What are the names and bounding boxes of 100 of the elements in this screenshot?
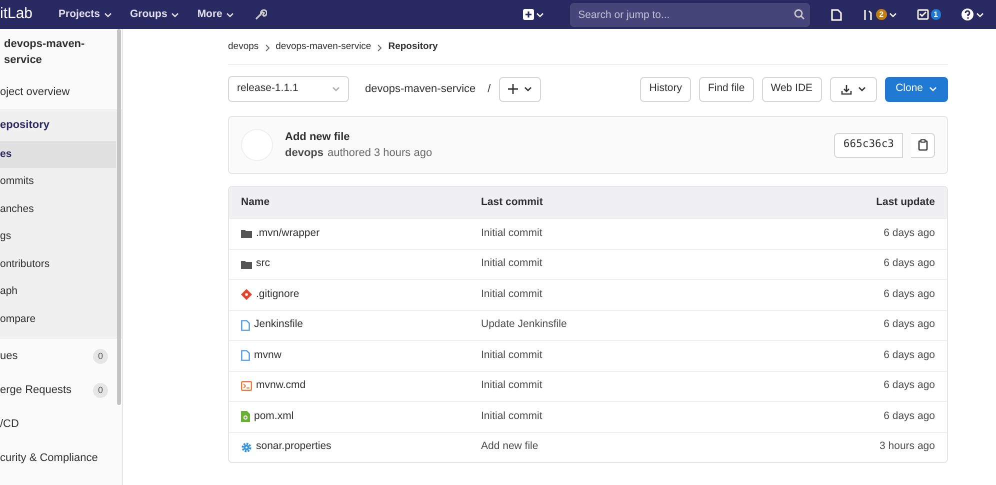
update-time: 6 days ago: [882, 378, 935, 394]
file-icon: [241, 320, 250, 331]
update-time: 6 days ago: [882, 348, 935, 363]
sidebar-subitem[interactable]: anches: [0, 196, 116, 224]
logo[interactable]: itLab: [0, 3, 33, 26]
clipboard-icon: [918, 139, 928, 151]
sidebar-item[interactable]: oject overview: [0, 84, 70, 100]
commit-message: Add new file: [481, 439, 540, 454]
update-time: 3 hours ago: [878, 439, 935, 454]
file-link[interactable]: sonar.properties: [256, 439, 332, 456]
sidebar-item[interactable]: erge Requests: [0, 382, 72, 399]
commit-message: Initial commit: [481, 378, 544, 394]
sidebar-subitem[interactable]: es: [0, 140, 116, 168]
count-badge: 0: [92, 348, 108, 364]
caret-icon: [858, 86, 866, 92]
update-time: 6 days ago: [882, 286, 935, 302]
add-dropdown[interactable]: [498, 76, 541, 102]
caret-icon: [888, 12, 897, 18]
chevron-icon: [377, 44, 382, 52]
sidebar-item[interactable]: curity & Compliance: [0, 450, 98, 467]
commit-message: Update Jenkinsfile: [481, 317, 568, 332]
toolbar-button[interactable]: Web IDE: [762, 76, 822, 102]
column-header: Last update: [875, 194, 935, 210]
author-link[interactable]: devops: [285, 145, 324, 162]
caret-icon: [524, 86, 532, 92]
search-field[interactable]: Search or jump to...: [570, 2, 810, 26]
chevron-icon: [264, 44, 270, 52]
folder-icon: [241, 229, 252, 238]
clone-button[interactable]: Clone: [884, 76, 948, 102]
toolbar-button[interactable]: Find file: [698, 76, 754, 102]
file-link[interactable]: .mvn/wrapper: [256, 226, 320, 242]
plus-square-icon: [523, 9, 534, 20]
commit-sha: 665c36c3: [834, 132, 903, 158]
help-button[interactable]: [959, 8, 986, 21]
sidebar-item[interactable]: /CD: [0, 416, 19, 433]
file-link[interactable]: mvnw.cmd: [256, 378, 306, 394]
nav-menu[interactable]: Projects: [58, 6, 112, 22]
checkbox-icon: [916, 9, 929, 20]
nav-menu[interactable]: More: [197, 6, 234, 22]
sidebar-item[interactable]: epository: [0, 108, 122, 141]
folder-icon: [241, 260, 252, 269]
update-time: 6 days ago: [882, 256, 935, 272]
column-header: Last commit: [481, 194, 544, 210]
code-file-icon: [241, 411, 250, 422]
file-icon: [241, 350, 250, 362]
update-time: 6 days ago: [882, 408, 935, 424]
branch-dropdown[interactable]: release-1.1.1: [228, 76, 349, 102]
count-badge: 2: [876, 9, 887, 20]
commit-meta: authored 3 hours ago: [328, 146, 432, 161]
caret-icon: [929, 86, 937, 92]
sidebar-item[interactable]: ues: [0, 348, 18, 365]
caret-icon: [226, 12, 234, 18]
commit-title[interactable]: Add new file: [285, 128, 432, 145]
todo-icon-button[interactable]: [829, 8, 844, 20]
commit-message: Initial commit: [481, 408, 544, 424]
toolbar-button[interactable]: History: [640, 76, 691, 102]
commit-message: Initial commit: [481, 226, 544, 241]
breadcrumb-link[interactable]: devops-maven-service: [276, 40, 372, 55]
sidebar-subitem[interactable]: gs: [0, 223, 116, 251]
merge-request-icon: [862, 8, 874, 20]
breadcrumb-link[interactable]: devops: [228, 40, 259, 55]
path-separator: /: [488, 82, 491, 97]
nav-menu[interactable]: Groups: [130, 6, 180, 22]
diamond-icon: [241, 289, 252, 300]
copy-button[interactable]: [911, 132, 935, 158]
terminal-icon: [241, 381, 252, 392]
sidebar-subitem[interactable]: ompare: [0, 306, 116, 334]
caret-icon: [171, 12, 180, 18]
repository-path: devops-maven-service: [365, 82, 476, 97]
count-badge: 1: [930, 9, 941, 20]
column-header: Name: [241, 194, 271, 210]
document-icon: [831, 8, 842, 20]
download-dropdown[interactable]: [830, 76, 877, 102]
project-name[interactable]: devops-maven- service: [0, 29, 122, 75]
caret-icon: [104, 12, 112, 18]
caret-icon: [976, 12, 984, 18]
sidebar-subitem[interactable]: ommits: [0, 168, 116, 196]
file-link[interactable]: Jenkinsfile: [254, 317, 304, 334]
download-icon: [840, 84, 852, 94]
caret-icon: [332, 86, 340, 92]
update-time: 6 days ago: [882, 317, 935, 332]
breadcrumb-link[interactable]: Repository: [388, 40, 438, 55]
help-icon: [961, 8, 974, 21]
file-link[interactable]: src: [256, 256, 270, 272]
new-menu-button[interactable]: [521, 9, 546, 20]
todos-button[interactable]: 1: [914, 9, 943, 20]
commit-message: Initial commit: [481, 286, 544, 302]
sidebar-subitem[interactable]: aph: [0, 278, 116, 306]
file-link[interactable]: .gitignore: [256, 286, 300, 303]
update-time: 6 days ago: [882, 226, 935, 241]
gear-icon: [241, 442, 252, 453]
commit-message: Initial commit: [481, 256, 544, 272]
sidebar-subitem[interactable]: ontributors: [0, 250, 116, 278]
caret-icon: [536, 12, 544, 18]
wrench-icon: [254, 8, 268, 21]
file-link[interactable]: mvnw: [254, 348, 282, 364]
commit-message: Initial commit: [481, 348, 544, 363]
plus-icon: [508, 84, 518, 94]
count-badge: 0: [92, 382, 108, 398]
file-link[interactable]: pom.xml: [254, 408, 294, 425]
